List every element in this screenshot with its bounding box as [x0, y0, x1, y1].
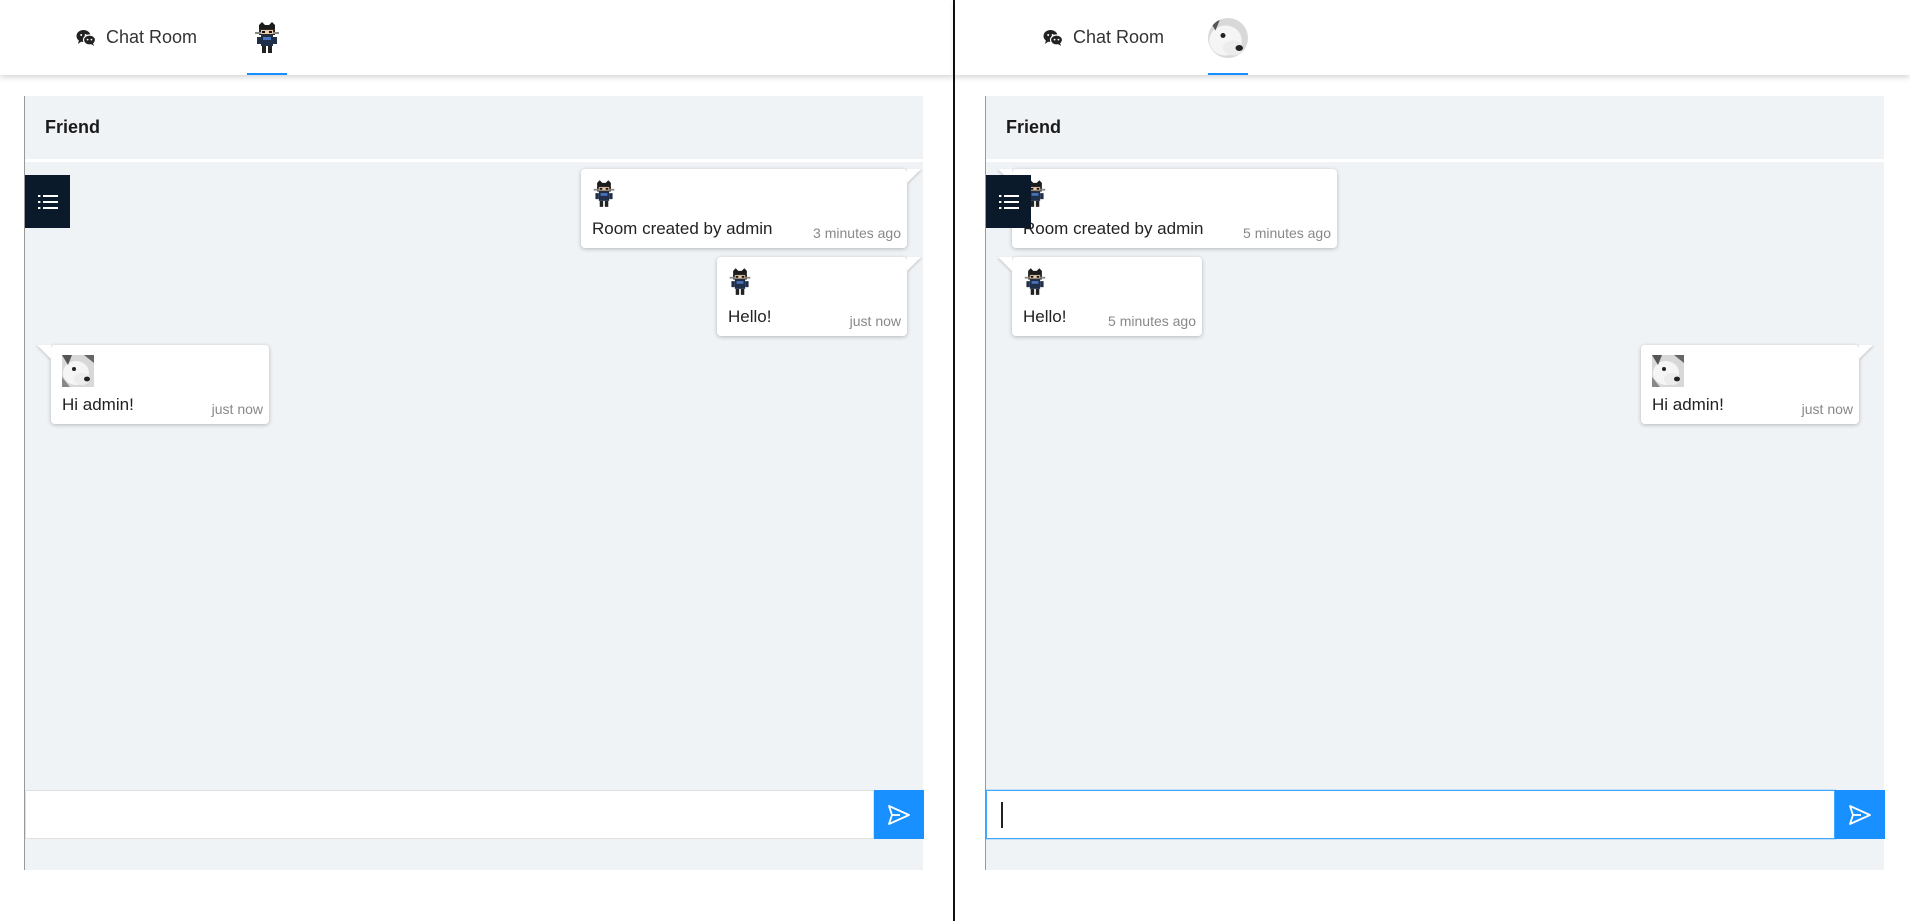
message-time: 5 minutes ago [1108, 313, 1196, 329]
room-list-toggle-button[interactable] [986, 175, 1031, 228]
message-time: just now [211, 401, 263, 417]
send-button[interactable] [874, 790, 924, 839]
message-text: Hello! [728, 307, 772, 326]
message-bubble: Room created by admin 5 minutes ago [1012, 169, 1337, 248]
message-input[interactable] [986, 790, 1835, 839]
message-time: 5 minutes ago [1243, 225, 1331, 241]
message-bubble: Hello! 5 minutes ago [1012, 257, 1202, 336]
nav-chat-room-label: Chat Room [1073, 27, 1165, 47]
message-input[interactable] [25, 790, 874, 839]
message-bubble: Room created by admin 3 minutes ago [581, 169, 907, 248]
chat-header: Friend [25, 96, 923, 162]
ninja-avatar-icon [592, 179, 616, 209]
message-text: Hello! [1023, 307, 1067, 326]
ninja-avatar-icon [253, 21, 281, 55]
room-list-toggle-button[interactable] [25, 175, 70, 228]
message-text: Hi admin! [62, 395, 134, 414]
nav-chat-room[interactable]: Chat Room [76, 27, 197, 48]
left-window: Chat Room Friend Room created by admin 3… [0, 0, 953, 921]
right-window: Chat Room Friend Room created by admin 5… [955, 0, 1910, 921]
message-time: just now [849, 313, 901, 329]
send-button[interactable] [1835, 790, 1885, 839]
chat-header: Friend [986, 96, 1884, 162]
text-caret [1001, 802, 1003, 828]
nav-chat-room-label: Chat Room [106, 27, 198, 47]
list-icon [38, 193, 58, 211]
wechat-icon [1043, 29, 1063, 47]
message-input-row [986, 790, 1885, 839]
message-bubble: Hi admin! just now [1641, 345, 1859, 424]
ninja-avatar-icon [1023, 267, 1047, 297]
top-navbar: Chat Room [0, 0, 953, 75]
dog-avatar-icon [1208, 18, 1248, 58]
message-bubble: Hi admin! just now [51, 345, 269, 424]
dog-avatar-icon [1652, 355, 1684, 387]
wechat-icon [76, 29, 96, 47]
chat-panel: Friend Room created by admin 5 minutes a… [985, 96, 1885, 870]
nav-menu: Chat Room [76, 0, 197, 75]
top-navbar: Chat Room [955, 0, 1910, 75]
nav-user-avatar-tab[interactable] [1208, 0, 1248, 75]
message-input-row [25, 790, 924, 839]
nav-chat-room[interactable]: Chat Room [1043, 27, 1164, 48]
list-icon [999, 193, 1019, 211]
ninja-avatar-icon [728, 267, 752, 297]
message-time: just now [1801, 401, 1853, 417]
message-text: Room created by admin [592, 219, 773, 238]
message-time: 3 minutes ago [813, 225, 901, 241]
send-icon [887, 803, 911, 827]
nav-menu: Chat Room [1043, 0, 1164, 75]
message-text: Room created by admin [1023, 219, 1204, 238]
send-icon [1848, 803, 1872, 827]
nav-user-avatar-tab[interactable] [247, 0, 287, 75]
chat-panel: Friend Room created by admin 3 minutes a… [24, 96, 924, 870]
dog-avatar-icon [62, 355, 94, 387]
message-text: Hi admin! [1652, 395, 1724, 414]
message-bubble: Hello! just now [717, 257, 907, 336]
